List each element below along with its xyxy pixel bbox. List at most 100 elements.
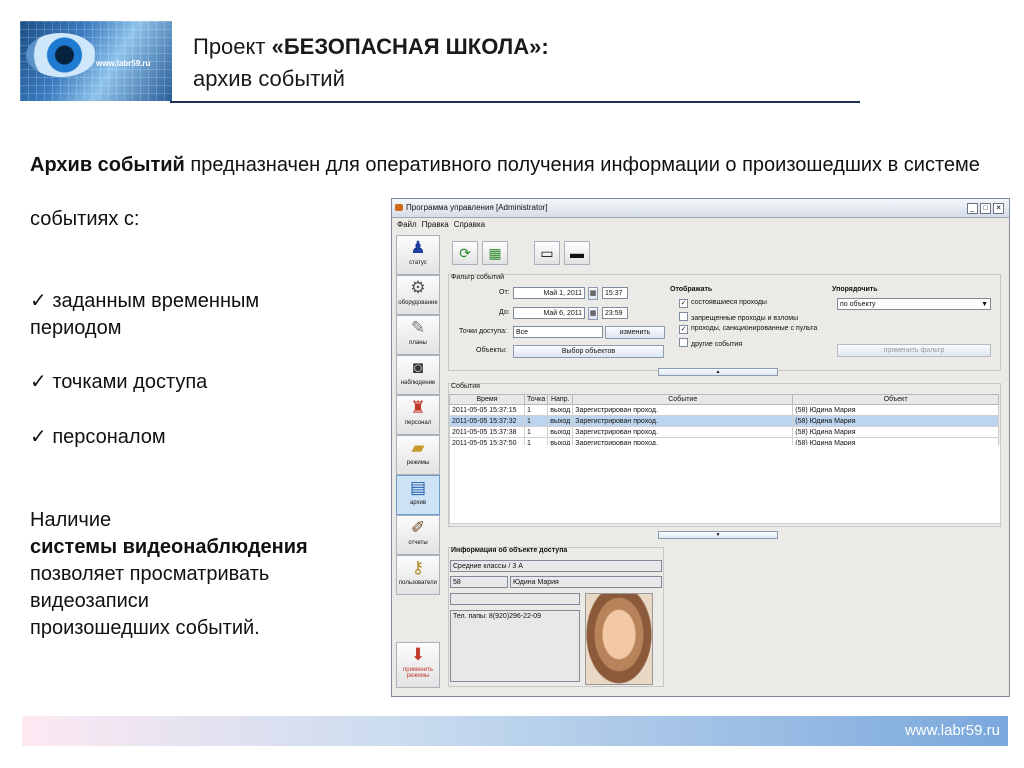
camera-record-icon[interactable]: ▬ (564, 241, 590, 265)
plans-icon: ✎ (410, 318, 426, 337)
camera-view-icon[interactable]: ▭ (534, 241, 560, 265)
intro-text: Архив событий предназначен для оперативн… (30, 154, 980, 176)
from-time-field[interactable]: 15:37 (602, 287, 628, 299)
maximize-icon[interactable]: □ (980, 203, 991, 214)
table-header-row: Время Точка Напр. Событие Объект (449, 394, 999, 405)
window-title: Программа управления [Administrator] (406, 203, 548, 212)
camera-icon: ◙ (412, 358, 424, 377)
video-text-5: произошедших событий. (30, 617, 260, 639)
info-phone-field: Тел. папы: 8(920)296-22-09 (450, 610, 580, 682)
bullet-period: ✓ заданным временным (30, 290, 260, 312)
expand-events-icon[interactable]: ▼ (658, 531, 778, 539)
reports-icon: ✐ (410, 518, 426, 537)
logo-url: www.labr59.ru (96, 59, 151, 68)
info-group: Информация об объекте доступа Средние кл… (448, 547, 664, 687)
column-time[interactable]: Время (449, 394, 525, 405)
checkbox-icon (679, 338, 688, 347)
video-text-2: системы видеонаблюдения (30, 536, 308, 558)
events-table-empty-area (449, 445, 1001, 524)
person-icon: ♟ (410, 238, 426, 257)
sidebar-surveillance[interactable]: ◙ наблюдение (396, 355, 440, 395)
folder-icon: ▰ (411, 438, 425, 457)
events-title: События (451, 383, 480, 390)
video-text-3: позволяет просматривать (30, 563, 270, 585)
clipboard-icon: ▤ (409, 478, 427, 497)
checkbox-checked-icon: ✓ (679, 325, 688, 334)
eye-image-icon (26, 33, 96, 77)
footer-bar: www.labr59.ru (22, 716, 1008, 746)
sidebar-users[interactable]: ⚷ пользователи (396, 555, 440, 595)
video-text-1: Наличие (30, 509, 112, 531)
close-icon[interactable]: ✕ (993, 203, 1004, 214)
menu-help[interactable]: Справка (454, 220, 485, 229)
key-icon: ⚷ (411, 558, 425, 577)
page-title: Проект «БЕЗОПАСНАЯ ШКОЛА»: (193, 34, 549, 59)
apply-modes-button[interactable]: ⬇ применить режимы (396, 642, 440, 688)
from-calendar-icon[interactable]: ▦ (588, 287, 598, 300)
cb-completed[interactable]: ✓ состоявшиеся проходы (679, 299, 767, 308)
menu-file[interactable]: Файл (397, 220, 417, 229)
to-calendar-icon[interactable]: ▦ (588, 307, 598, 320)
apply-filter-button[interactable]: применить фильтр (837, 344, 991, 357)
column-event[interactable]: Событие (572, 394, 794, 405)
table-row[interactable]: 2011-05-05 15:37:38 1 выход Зарегистрирован… (449, 426, 999, 438)
column-object[interactable]: Объект (792, 394, 999, 405)
cb-forbidden[interactable]: запрещенные проходы и взломы (679, 312, 798, 322)
menubar: Файл Правка Справка (392, 218, 1009, 232)
to-date-field[interactable]: Май 6, 2011 (513, 307, 585, 319)
change-button[interactable]: изменить (605, 326, 665, 339)
intro-line-2: событиях с: (30, 208, 140, 230)
header-divider (170, 101, 860, 103)
from-label: От: (499, 289, 510, 296)
filter-title: Фильтр событий (451, 274, 504, 281)
refresh-icon[interactable]: ⟳ (452, 241, 478, 265)
info-name-field: Юдина Мария (510, 576, 662, 588)
download-icon: ⬇ (410, 645, 426, 664)
bullet-points: ✓ точками доступа (30, 371, 208, 393)
cb-console[interactable]: ✓ проходы, санкционированные с пульта (679, 325, 817, 334)
from-date-field[interactable]: Май 1, 2011 (513, 287, 585, 299)
logo: www.labr59.ru (20, 21, 172, 101)
select-objects-button[interactable]: Выбор объектов (513, 345, 664, 358)
points-label: Точки доступа: (459, 328, 507, 335)
filter-group: Фильтр событий От: Май 1, 2011 ▦ 15:37 Д… (448, 274, 1001, 371)
sidebar-equipment[interactable]: ⚙ оборудование (396, 275, 440, 315)
footer-url: www.labr59.ru (904, 722, 1000, 739)
events-table: Время Точка Напр. Событие Объект 2011-05… (449, 394, 999, 449)
equipment-icon: ⚙ (410, 278, 426, 297)
sidebar-personnel[interactable]: ♜ персонал (396, 395, 440, 435)
export-icon[interactable]: ▦ (482, 241, 508, 265)
sidebar-modes[interactable]: ▰ режимы (396, 435, 440, 475)
video-text-4: видеозаписи (30, 590, 149, 612)
table-row-selected[interactable]: 2011-05-05 15:37:32 1 выход Зарегистрирован… (449, 415, 999, 427)
info-title: Информация об объекте доступа (451, 547, 568, 554)
bullet-personnel: ✓ персоналом (30, 426, 166, 448)
checkbox-icon (679, 312, 688, 321)
people-icon: ♜ (410, 398, 426, 417)
minimize-icon[interactable]: _ (967, 203, 978, 214)
checkbox-checked-icon: ✓ (679, 299, 688, 308)
menu-edit[interactable]: Правка (422, 220, 449, 229)
bullet-period-cont: периодом (30, 317, 122, 339)
sidebar-plans[interactable]: ✎ планы (396, 315, 440, 355)
objects-label: Объекты: (476, 347, 507, 354)
points-field[interactable]: Все (513, 326, 603, 338)
window-titlebar[interactable]: Программа управления [Administrator] _ □… (392, 199, 1009, 218)
sort-label: Упорядочить (832, 286, 878, 293)
sidebar: ♟ статус ⚙ оборудование ✎ планы ◙ наблюдение… (396, 235, 440, 690)
to-time-field[interactable]: 23:59 (602, 307, 628, 319)
page-subtitle: архив событий (193, 66, 345, 91)
cb-other[interactable]: другие события (679, 338, 742, 348)
sidebar-reports[interactable]: ✐ отчеты (396, 515, 440, 555)
column-point[interactable]: Точка (523, 394, 549, 405)
chevron-down-icon: ▼ (981, 301, 988, 308)
info-blank-field (450, 593, 580, 605)
sidebar-archive[interactable]: ▤ архив (396, 475, 440, 515)
column-direction[interactable]: Напр. (547, 394, 574, 405)
sort-select[interactable]: по объекту ▼ (837, 298, 991, 310)
sidebar-status[interactable]: ♟ статус (396, 235, 440, 275)
info-class-field: Средние классы / 3 А (450, 560, 662, 572)
to-label: До: (499, 309, 510, 316)
table-row[interactable]: 2011-05-05 15:37:15 1 выход Зарегистрирован… (449, 404, 999, 416)
collapse-filter-icon[interactable]: ▲ (658, 368, 778, 376)
